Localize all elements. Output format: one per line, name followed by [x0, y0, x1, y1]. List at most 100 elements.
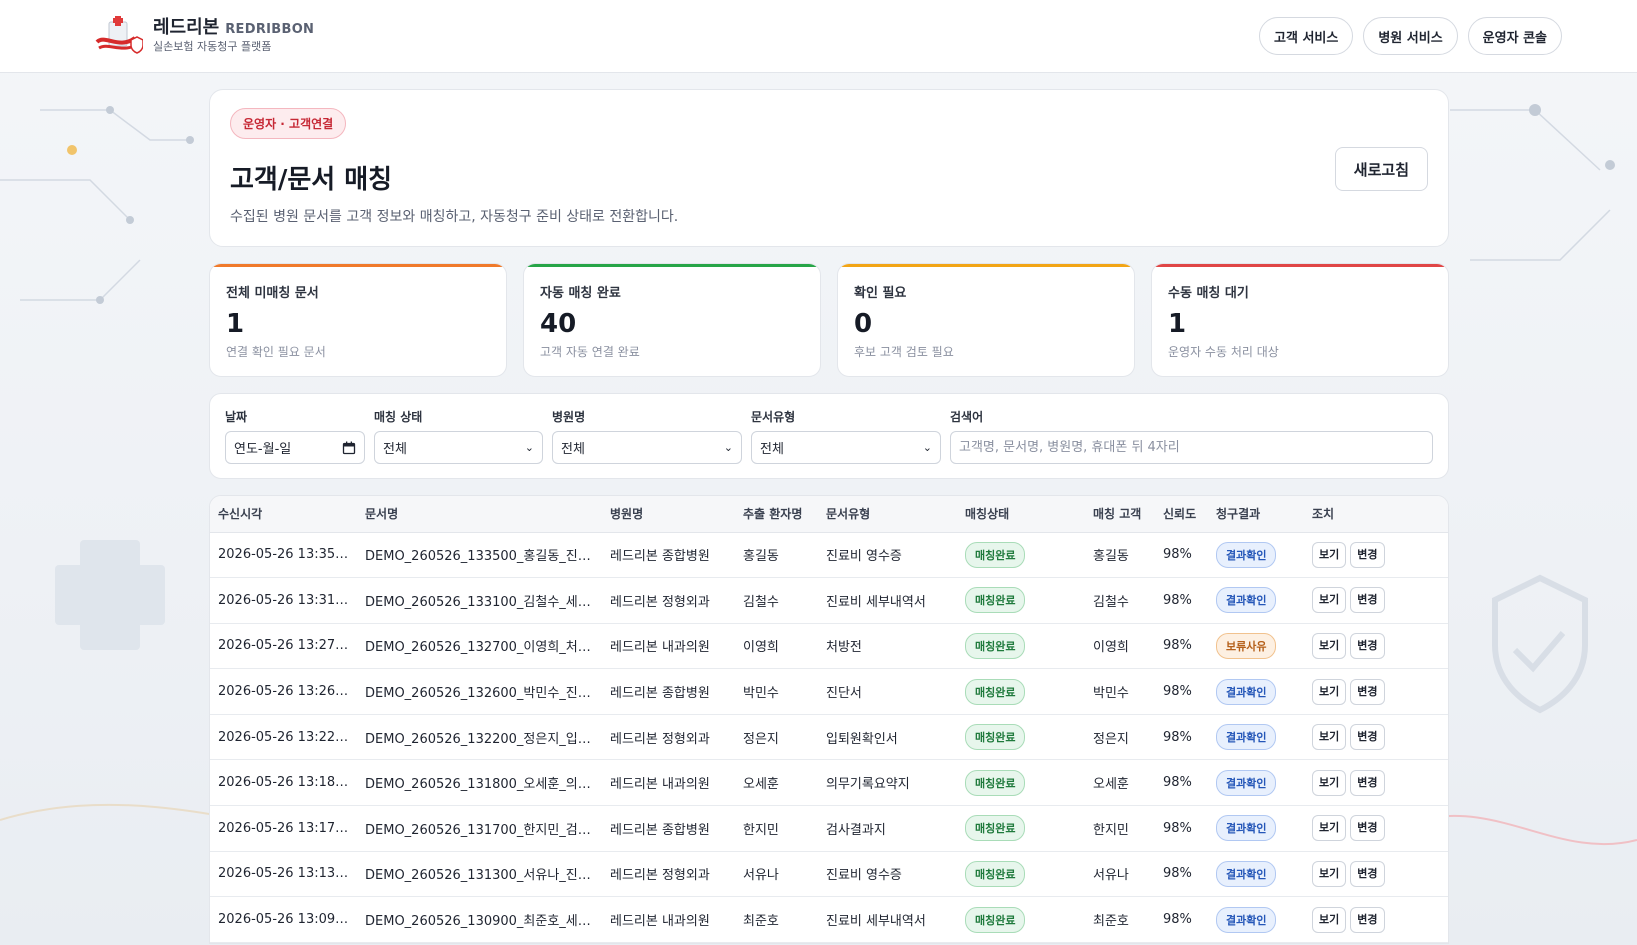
brand-name-ko: 레드리본 [153, 17, 220, 39]
document-name[interactable]: DEMO_260526_131700_한지민_검사... [357, 805, 602, 852]
chevron-down-icon: ⌄ [723, 441, 733, 454]
table-row[interactable]: 2026-05-26 13:31:00 DEMO_260526_133100_김철… [210, 577, 1448, 624]
view-button[interactable]: 보기 [1312, 678, 1347, 705]
claim-result-cell: 결과확인 [1208, 805, 1304, 852]
brand[interactable]: 레드리본 REDRIBBON 실손보험 자동청구 플랫폼 [95, 16, 314, 56]
calendar-icon[interactable] [342, 441, 356, 455]
hospital-name: 레드리본 내과의원 [602, 896, 735, 943]
col-hospital[interactable]: 병원명 [602, 496, 735, 533]
document-name[interactable]: DEMO_260526_131800_오세훈_의무... [357, 759, 602, 807]
doctype-select-value: 전체 [760, 442, 784, 457]
view-button[interactable]: 보기 [1312, 906, 1347, 933]
change-button[interactable]: 변경 [1350, 587, 1385, 614]
document-name[interactable]: DEMO_260526_133100_김철수_세부... [357, 577, 602, 624]
view-button[interactable]: 보기 [1312, 860, 1347, 887]
change-button[interactable]: 변경 [1350, 860, 1385, 887]
change-button[interactable]: 변경 [1350, 632, 1385, 659]
hospital-select[interactable]: 전체 ⌄ [552, 431, 742, 464]
claim-result-badge[interactable]: 결과확인 [1216, 860, 1277, 887]
received-time: 2026-05-26 13:13:00 [210, 851, 357, 898]
table-row[interactable]: 2026-05-26 13:09:00 DEMO_260526_130900_최준… [210, 896, 1448, 943]
table-row[interactable]: 2026-05-26 13:18:00 DEMO_260526_131800_오세… [210, 759, 1448, 807]
stat-hint: 고객 자동 연결 완료 [540, 345, 640, 359]
chevron-down-icon: ⌄ [524, 441, 534, 454]
claim-result-badge[interactable]: 결과확인 [1216, 587, 1277, 614]
col-matched-customer[interactable]: 매칭 고객 [1085, 496, 1155, 533]
filter-bar: 날짜 연도-월-일 매칭 상태 전체 ⌄ 병원명 전체 ⌄ 문서유형 전체 ⌄ … [209, 393, 1449, 479]
view-button[interactable]: 보기 [1312, 815, 1347, 842]
match-status-badge: 매칭완료 [965, 815, 1026, 842]
page-title: 고객/문서 매칭 [230, 165, 393, 195]
stat-card-needs-review: 확인 필요 0 후보 고객 검토 필요 [837, 263, 1135, 377]
change-button[interactable]: 변경 [1350, 541, 1385, 568]
document-name[interactable]: DEMO_260526_132600_박민수_진단... [357, 668, 602, 715]
table-row[interactable]: 2026-05-26 13:27:00 DEMO_260526_132700_이영… [210, 623, 1448, 670]
claim-result-badge[interactable]: 보류사유 [1216, 632, 1277, 659]
match-status-cell: 매칭완료 [957, 532, 1085, 579]
nav-operator-console-button[interactable]: 운영자 콘솔 [1467, 17, 1562, 55]
change-button[interactable]: 변경 [1350, 678, 1385, 705]
view-button[interactable]: 보기 [1312, 587, 1347, 614]
change-button[interactable]: 변경 [1350, 769, 1385, 796]
change-button[interactable]: 변경 [1350, 724, 1385, 751]
claim-result-badge[interactable]: 결과확인 [1216, 541, 1277, 568]
view-button[interactable]: 보기 [1312, 769, 1347, 796]
document-name[interactable]: DEMO_260526_132700_이영희_처방... [357, 623, 602, 670]
stat-label: 확인 필요 [854, 286, 907, 301]
match-status-badge: 매칭완료 [965, 541, 1026, 568]
confidence: 98% [1155, 896, 1208, 943]
claim-result-badge[interactable]: 결과확인 [1216, 815, 1277, 842]
col-actions: 조치 [1304, 496, 1448, 533]
change-button[interactable]: 변경 [1350, 815, 1385, 842]
actions-cell: 보기 변경 [1304, 623, 1448, 670]
filter-status-label: 매칭 상태 [374, 410, 423, 424]
search-input[interactable] [959, 440, 1424, 455]
refresh-button[interactable]: 새로고침 [1334, 147, 1428, 191]
claim-result-cell: 결과확인 [1208, 714, 1304, 761]
date-input[interactable]: 연도-월-일 [225, 431, 365, 464]
nav-customer-service-button[interactable]: 고객 서비스 [1259, 17, 1354, 55]
table-row[interactable]: 2026-05-26 13:35:00 DEMO_260526_133500_홍길… [210, 532, 1448, 579]
matched-customer: 정은지 [1085, 714, 1155, 761]
nav-hospital-service-button[interactable]: 병원 서비스 [1363, 17, 1458, 55]
document-type: 진료비 세부내역서 [818, 896, 957, 943]
hospital-name: 레드리본 정형외과 [602, 714, 735, 761]
doctype-select[interactable]: 전체 ⌄ [751, 431, 941, 464]
claim-result-cell: 보류사유 [1208, 623, 1304, 670]
view-button[interactable]: 보기 [1312, 632, 1347, 659]
document-name[interactable]: DEMO_260526_133500_홍길동_진료... [357, 532, 602, 579]
confidence: 98% [1155, 851, 1208, 898]
view-button[interactable]: 보기 [1312, 724, 1347, 751]
claim-result-badge[interactable]: 결과확인 [1216, 769, 1277, 796]
match-status-badge: 매칭완료 [965, 587, 1026, 614]
status-select[interactable]: 전체 ⌄ [374, 431, 543, 464]
brand-name: 레드리본 REDRIBBON [153, 17, 314, 39]
col-document-name[interactable]: 문서명 [357, 496, 602, 533]
change-button[interactable]: 변경 [1350, 906, 1385, 933]
col-confidence[interactable]: 신뢰도 [1155, 496, 1208, 533]
table-row[interactable]: 2026-05-26 13:22:00 DEMO_260526_132200_정은… [210, 714, 1448, 761]
table-row[interactable]: 2026-05-26 13:13:00 DEMO_260526_131300_서유… [210, 851, 1448, 898]
claim-result-badge[interactable]: 결과확인 [1216, 906, 1277, 933]
table-row[interactable]: 2026-05-26 13:17:00 DEMO_260526_131700_한지… [210, 805, 1448, 852]
col-patient[interactable]: 추출 환자명 [735, 496, 818, 533]
stat-card-manual-pending: 수동 매칭 대기 1 운영자 수동 처리 대상 [1151, 263, 1449, 377]
col-match-status[interactable]: 매칭상태 [957, 496, 1085, 533]
col-doctype[interactable]: 문서유형 [818, 496, 957, 533]
received-time: 2026-05-26 13:31:00 [210, 577, 357, 624]
view-button[interactable]: 보기 [1312, 541, 1347, 568]
documents-table: 수신시각 문서명 병원명 추출 환자명 문서유형 매칭상태 매칭 고객 신뢰도 … [210, 496, 1448, 943]
search-field[interactable] [950, 431, 1433, 464]
document-name[interactable]: DEMO_260526_132200_정은지_입퇴... [357, 714, 602, 761]
col-received-time[interactable]: 수신시각 [210, 496, 357, 533]
col-claim-result[interactable]: 청구결과 [1208, 496, 1304, 533]
match-status-cell: 매칭완료 [957, 896, 1085, 943]
document-name[interactable]: DEMO_260526_131300_서유나_진료... [357, 851, 602, 898]
document-name[interactable]: DEMO_260526_130900_최준호_세부... [357, 896, 602, 943]
stat-label: 수동 매칭 대기 [1168, 286, 1249, 301]
table-row[interactable]: 2026-05-26 13:26:00 DEMO_260526_132600_박민… [210, 668, 1448, 715]
claim-result-badge[interactable]: 결과확인 [1216, 724, 1277, 751]
hospital-name: 레드리본 종합병원 [602, 532, 735, 579]
claim-result-badge[interactable]: 결과확인 [1216, 678, 1277, 705]
confidence: 98% [1155, 623, 1208, 670]
